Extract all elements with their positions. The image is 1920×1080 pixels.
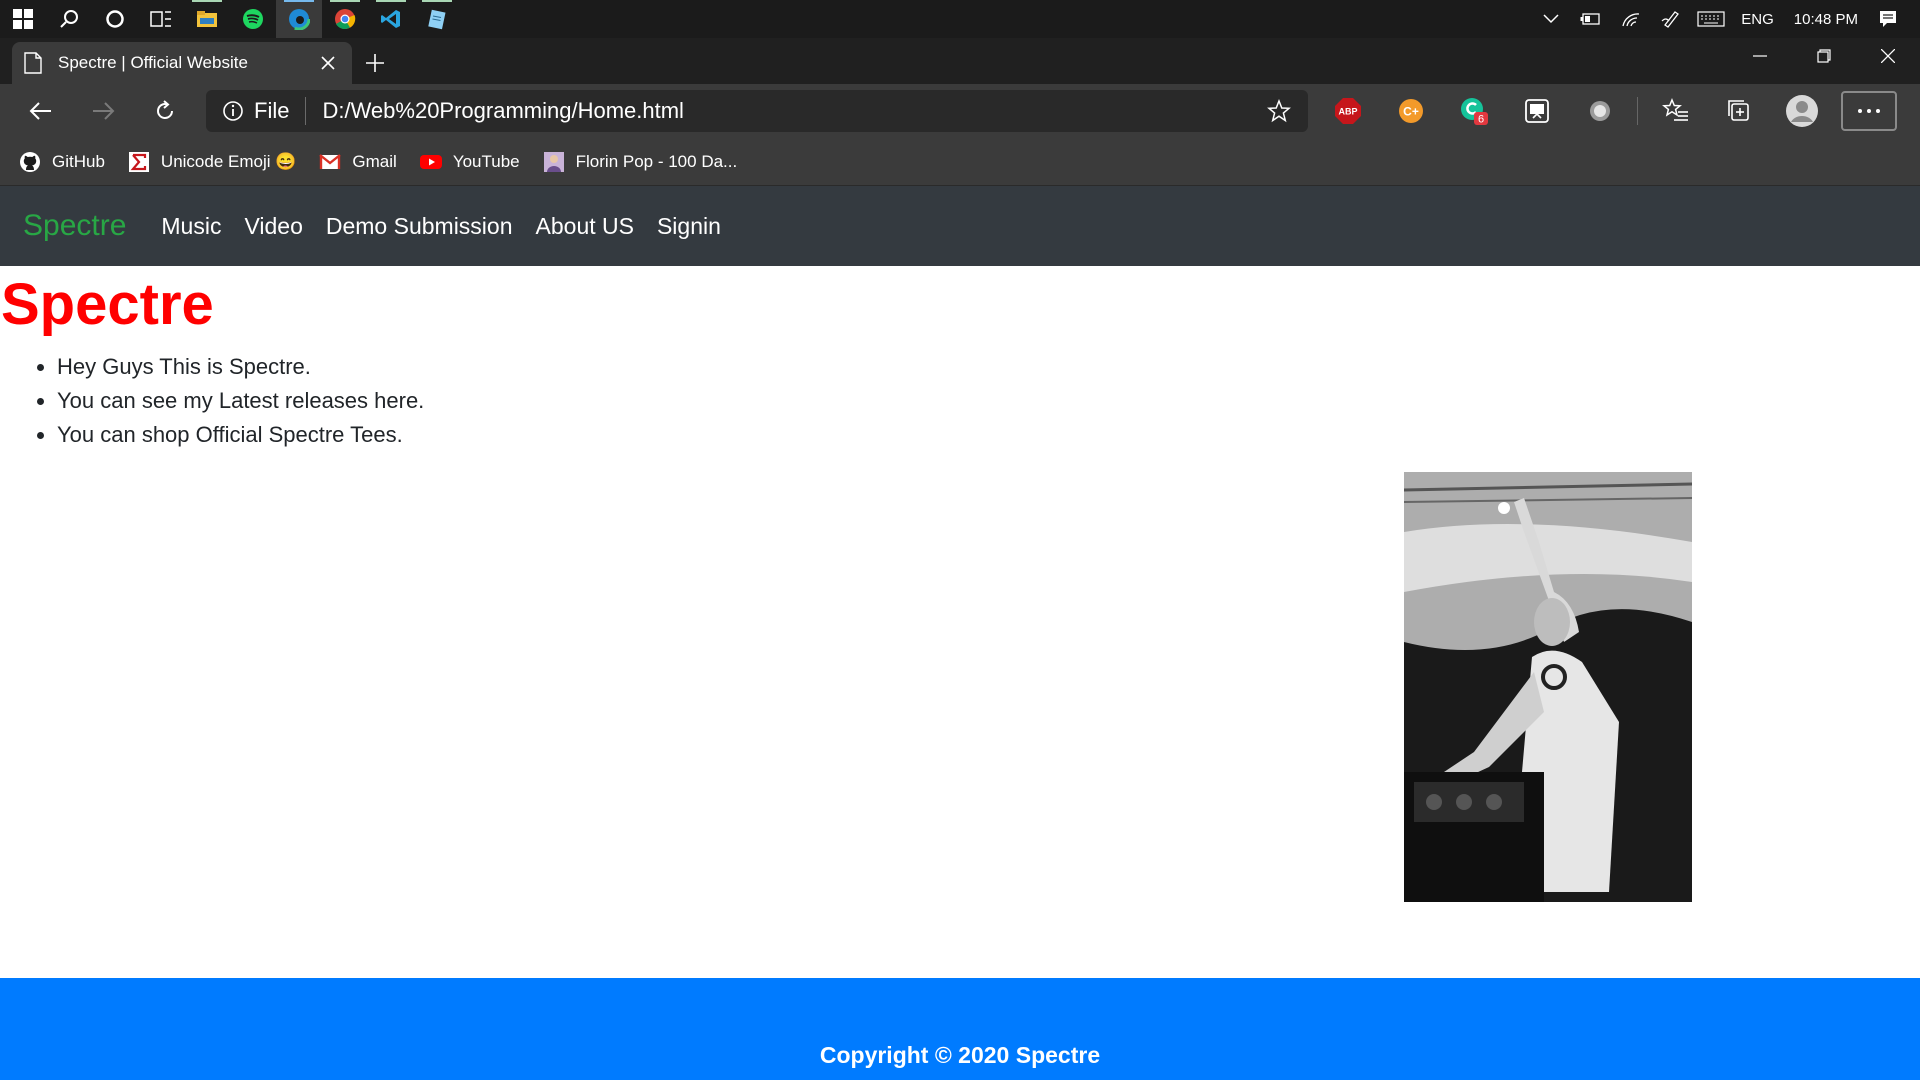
svg-text:C+: C+ bbox=[1403, 105, 1419, 119]
footer-copyright: Copyright © 2020 Spectre bbox=[819, 1042, 1101, 1068]
unicode-icon bbox=[127, 150, 151, 174]
coupon-extension-icon[interactable]: C+ bbox=[1379, 84, 1442, 138]
web-page: Spectre Music Video Demo Submission Abou… bbox=[0, 186, 1920, 1080]
info-icon[interactable] bbox=[220, 98, 246, 124]
page-icon bbox=[24, 52, 42, 74]
language-indicator[interactable]: ENG bbox=[1731, 11, 1784, 28]
grammarly-icon[interactable]: 6 bbox=[1442, 84, 1505, 138]
cortana-icon[interactable] bbox=[92, 0, 138, 38]
bookmark-florin-pop[interactable]: Florin Pop - 100 Da... bbox=[542, 150, 738, 174]
svg-text:6: 6 bbox=[1477, 114, 1483, 126]
page-heading: Spectre bbox=[1, 272, 214, 337]
edge-icon[interactable] bbox=[276, 0, 322, 38]
bookmark-github[interactable]: GitHub bbox=[18, 150, 105, 174]
svg-text:ABP: ABP bbox=[1338, 107, 1357, 117]
bookmark-label: Gmail bbox=[352, 151, 397, 171]
nav-link-signin[interactable]: Signin bbox=[657, 213, 721, 240]
gmail-icon bbox=[318, 150, 342, 174]
nav-link-video[interactable]: Video bbox=[244, 213, 302, 240]
more-options-icon[interactable] bbox=[1841, 91, 1897, 131]
github-icon bbox=[18, 150, 42, 174]
chrome-icon[interactable] bbox=[322, 0, 368, 38]
notepad-icon[interactable] bbox=[414, 0, 460, 38]
favorite-star-icon[interactable] bbox=[1264, 96, 1294, 126]
profile-avatar-icon[interactable] bbox=[1770, 84, 1833, 138]
list-item: Hey Guys This is Spectre. bbox=[57, 350, 1920, 384]
address-bar[interactable]: File D:/Web%20Programming/Home.html bbox=[206, 90, 1308, 132]
site-footer: Copyright © 2020 Spectre bbox=[0, 978, 1920, 1080]
close-tab-icon[interactable] bbox=[316, 51, 340, 75]
dj-photo bbox=[1404, 472, 1692, 902]
bookmark-label: GitHub bbox=[52, 151, 105, 171]
back-arrow-icon[interactable] bbox=[10, 84, 72, 138]
minimize-icon[interactable] bbox=[1728, 38, 1792, 74]
favorites-icon[interactable] bbox=[1644, 84, 1707, 138]
scheme-label[interactable]: File bbox=[254, 97, 307, 125]
intro-list: Hey Guys This is Spectre. You can see my… bbox=[57, 350, 1920, 452]
site-navbar: Spectre Music Video Demo Submission Abou… bbox=[0, 186, 1920, 266]
forward-arrow-icon[interactable] bbox=[72, 84, 134, 138]
close-window-icon[interactable] bbox=[1856, 38, 1920, 74]
bookmark-gmail[interactable]: Gmail bbox=[318, 150, 397, 174]
vscode-icon[interactable] bbox=[368, 0, 414, 38]
bookmark-label: Florin Pop - 100 Da... bbox=[575, 151, 738, 171]
file-explorer-icon[interactable] bbox=[184, 0, 230, 38]
browser-tab-strip: Spectre | Official Website bbox=[0, 38, 1920, 84]
toolbar-divider bbox=[1637, 97, 1638, 125]
battery-icon[interactable] bbox=[1571, 0, 1611, 38]
pen-icon[interactable] bbox=[1651, 0, 1691, 38]
tab-title: Spectre | Official Website bbox=[58, 53, 248, 72]
windows-start-icon[interactable] bbox=[0, 0, 46, 38]
record-extension-icon[interactable] bbox=[1568, 84, 1631, 138]
navbar-brand[interactable]: Spectre bbox=[23, 209, 126, 243]
avatar-icon bbox=[542, 150, 566, 174]
bookmark-label: Unicode Emoji 😄 bbox=[160, 151, 297, 171]
list-item: You can see my Latest releases here. bbox=[57, 384, 1920, 418]
new-tab-icon[interactable] bbox=[352, 42, 398, 84]
notifications-icon[interactable] bbox=[1868, 0, 1908, 38]
adblock-plus-icon[interactable]: ABP bbox=[1316, 84, 1379, 138]
task-view-icon[interactable] bbox=[138, 0, 184, 38]
wifi-icon[interactable] bbox=[1611, 0, 1651, 38]
clock[interactable]: 10:48 PM bbox=[1784, 11, 1868, 28]
bookmark-youtube[interactable]: YouTube bbox=[419, 150, 520, 174]
nav-link-music[interactable]: Music bbox=[161, 213, 221, 240]
keyboard-icon[interactable] bbox=[1691, 0, 1731, 38]
bookmark-label: YouTube bbox=[452, 151, 520, 171]
bookmarks-bar: GitHub Unicode Emoji 😄 Gmail YouTube Flo… bbox=[0, 138, 1920, 186]
browser-tab[interactable]: Spectre | Official Website bbox=[12, 42, 352, 84]
screenshot-extension-icon[interactable] bbox=[1505, 84, 1568, 138]
youtube-icon bbox=[419, 150, 443, 174]
nav-link-demo-submission[interactable]: Demo Submission bbox=[326, 213, 513, 240]
windows-taskbar: ENG 10:48 PM bbox=[0, 0, 1920, 38]
chevron-up-icon[interactable] bbox=[1531, 0, 1571, 38]
spotify-icon[interactable] bbox=[230, 0, 276, 38]
restore-icon[interactable] bbox=[1792, 38, 1856, 74]
bookmark-unicode-emoji[interactable]: Unicode Emoji 😄 bbox=[127, 150, 297, 174]
refresh-icon[interactable] bbox=[134, 84, 196, 138]
nav-link-about-us[interactable]: About US bbox=[536, 213, 634, 240]
url-text[interactable]: D:/Web%20Programming/Home.html bbox=[322, 98, 1264, 124]
search-icon[interactable] bbox=[46, 0, 92, 38]
list-item: You can shop Official Spectre Tees. bbox=[57, 418, 1920, 452]
collections-icon[interactable] bbox=[1707, 84, 1770, 138]
browser-toolbar: File D:/Web%20Programming/Home.html ABP … bbox=[0, 84, 1920, 138]
